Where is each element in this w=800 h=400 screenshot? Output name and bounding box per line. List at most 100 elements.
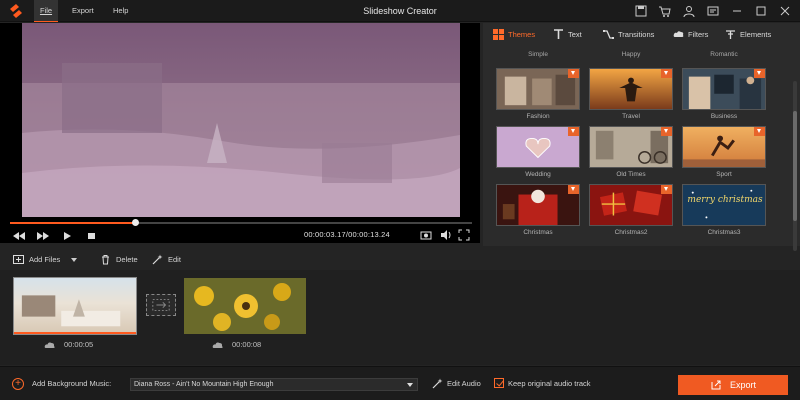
theme-label: Sport: [716, 171, 732, 178]
text-icon: [554, 29, 563, 39]
clip-duration: 00:00:05: [64, 340, 94, 349]
theme-label: Happy: [621, 51, 641, 58]
minimize-icon[interactable]: [730, 4, 744, 18]
cloud-icon: [212, 342, 223, 348]
chevron-down-icon[interactable]: [71, 257, 78, 262]
download-icon[interactable]: [661, 185, 672, 194]
storyboard-clip-2[interactable]: [184, 278, 306, 334]
edit-button[interactable]: Edit: [152, 254, 181, 265]
download-icon[interactable]: [754, 69, 765, 78]
add-music-icon[interactable]: [12, 377, 24, 391]
seek-handle[interactable]: [131, 219, 139, 226]
theme-travel[interactable]: [589, 68, 673, 110]
menu-help[interactable]: Help: [113, 0, 128, 22]
maximize-icon[interactable]: [754, 4, 768, 18]
theme-christmas[interactable]: [496, 184, 580, 226]
add-files-icon: [13, 255, 24, 264]
cart-icon[interactable]: [658, 4, 672, 18]
theme-label: Christmas: [523, 229, 553, 236]
clip-duration: 00:00:08: [232, 340, 262, 349]
christmas3-text: merry christmas: [687, 195, 763, 205]
tab-text[interactable]: Text: [553, 29, 582, 40]
profile-icon[interactable]: [682, 4, 696, 18]
download-icon[interactable]: [568, 127, 579, 136]
theme-label: Old Times: [616, 171, 646, 178]
menu-export[interactable]: Export: [72, 0, 94, 22]
clip-1-duration: 00:00:05: [44, 340, 93, 349]
theme-label: Travel: [622, 113, 640, 120]
title-bar: File Export Help Slideshow Creator: [0, 0, 800, 22]
rewind-icon[interactable]: [12, 229, 26, 241]
tab-filters-label: Filters: [688, 30, 709, 39]
theme-label: Simple: [528, 51, 548, 58]
tab-themes[interactable]: Themes: [493, 29, 535, 40]
tab-themes-label: Themes: [508, 30, 536, 39]
export-icon: [711, 380, 721, 390]
tab-elements-label: Elements: [740, 30, 772, 39]
theme-label: Romantic: [710, 51, 738, 58]
timecode: 00:00:03.17/00:00:13.24: [304, 230, 390, 239]
play-icon[interactable]: [60, 229, 74, 241]
music-select-value: Diana Ross - Ain't No Mountain High Enou…: [134, 381, 274, 388]
theme-christmas2[interactable]: [589, 184, 673, 226]
bottom-bar: Add Background Music: Diana Ross - Ain't…: [0, 366, 800, 400]
theme-label: Christmas2: [614, 229, 648, 236]
tab-elements[interactable]: Elements: [725, 29, 771, 40]
add-files-button[interactable]: Add Files: [13, 254, 78, 265]
trash-icon: [102, 255, 109, 265]
download-icon[interactable]: [568, 69, 579, 78]
elements-icon: [726, 30, 735, 39]
magic-wand-icon: [432, 378, 443, 389]
add-files-label: Add Files: [29, 255, 61, 264]
theme-christmas3[interactable]: merry christmas: [682, 184, 766, 226]
magic-wand-icon: [152, 254, 163, 265]
clip-2-duration: 00:00:08: [212, 340, 261, 349]
edit-audio-button[interactable]: Edit Audio: [432, 378, 481, 389]
themes-scrollbar[interactable]: [793, 81, 797, 251]
effects-panel: Themes Text Transitions Filters Elements…: [483, 23, 800, 251]
transitions-icon: [603, 30, 614, 39]
tab-transitions[interactable]: Transitions: [603, 29, 654, 40]
video-preview: [22, 23, 460, 217]
theme-fashion[interactable]: [496, 68, 580, 110]
seek-bar[interactable]: [10, 219, 472, 226]
seek-progress: [10, 222, 135, 224]
keep-audio-checkbox[interactable]: [494, 378, 504, 388]
chevron-down-icon: [407, 383, 413, 387]
menu-file[interactable]: File: [34, 0, 58, 22]
fast-forward-icon[interactable]: [36, 229, 50, 241]
add-music-label: Add Background Music:: [32, 379, 112, 388]
fullscreen-icon[interactable]: [458, 228, 470, 241]
snapshot-icon[interactable]: [420, 228, 432, 240]
edit-label: Edit: [168, 255, 181, 264]
stop-icon[interactable]: [84, 229, 98, 241]
keep-audio-option[interactable]: Keep original audio track: [494, 378, 591, 388]
storyboard-clip-1[interactable]: [13, 277, 137, 335]
theme-sport[interactable]: [682, 126, 766, 168]
clip-progress: [14, 332, 136, 334]
volume-icon[interactable]: [440, 228, 452, 240]
theme-old-times[interactable]: [589, 126, 673, 168]
tab-filters[interactable]: Filters: [673, 29, 708, 40]
export-button[interactable]: Export: [678, 375, 788, 395]
download-icon[interactable]: [661, 127, 672, 136]
background-music-select[interactable]: Diana Ross - Ain't No Mountain High Enou…: [130, 378, 418, 391]
feedback-icon[interactable]: [706, 4, 720, 18]
export-label: Export: [729, 380, 756, 390]
theme-business[interactable]: [682, 68, 766, 110]
transition-slot[interactable]: [146, 294, 176, 316]
delete-label: Delete: [116, 255, 138, 264]
app-logo-icon: [8, 3, 24, 19]
theme-wedding[interactable]: [496, 126, 580, 168]
save-icon[interactable]: [634, 4, 648, 18]
download-icon[interactable]: [754, 127, 765, 136]
download-icon[interactable]: [661, 69, 672, 78]
download-icon[interactable]: [568, 185, 579, 194]
delete-button[interactable]: Delete: [100, 254, 138, 265]
effects-tabs: Themes Text Transitions Filters Elements: [483, 23, 800, 49]
theme-label: Fashion: [526, 113, 550, 120]
close-icon[interactable]: [778, 4, 792, 18]
edit-audio-label: Edit Audio: [447, 379, 481, 388]
scrollbar-thumb[interactable]: [793, 111, 797, 221]
tab-transitions-label: Transitions: [618, 30, 655, 39]
